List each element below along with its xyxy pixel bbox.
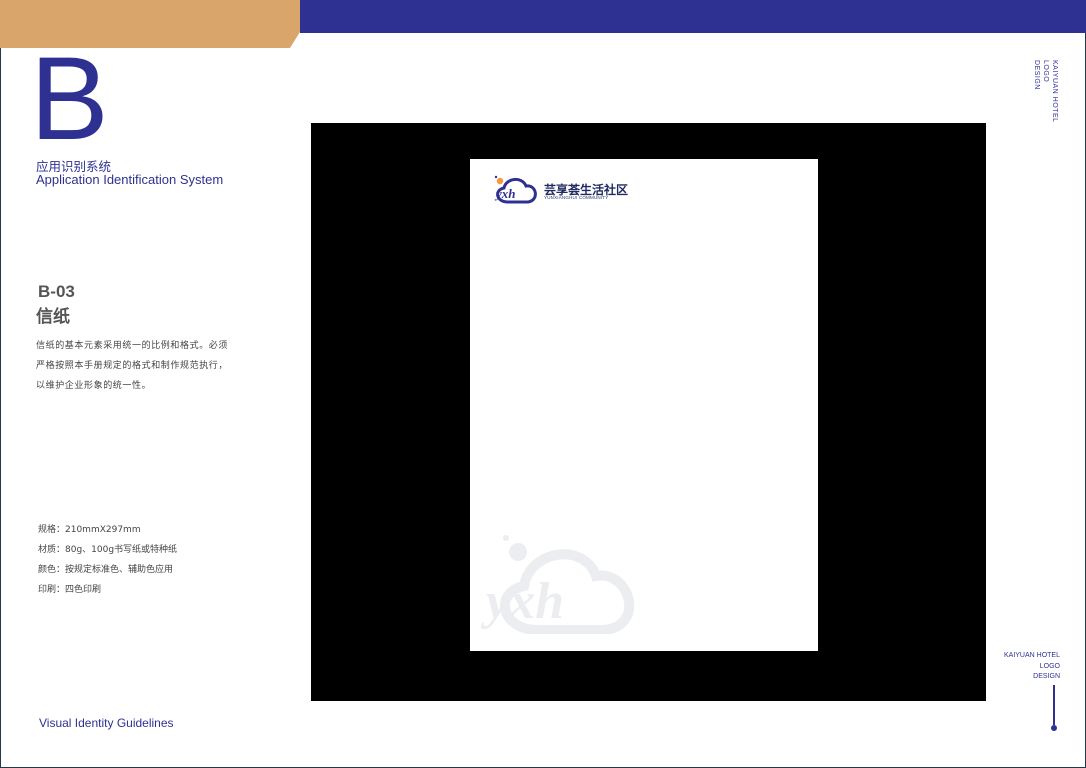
footer-title: Visual Identity Guidelines (39, 716, 174, 730)
section-title-en: Application Identification System (36, 172, 224, 187)
top-brand-bar (300, 0, 1086, 33)
corner-label-line: KAIYUAN HOTEL (1003, 652, 1060, 659)
side-label: KAIYUAN HOTEL LOGO DESIGN (1032, 60, 1059, 123)
corner-dot (1051, 725, 1057, 731)
spec-material: 材质：80g、100g书写纸或特种纸 (38, 545, 178, 555)
corner-divider (1053, 685, 1055, 725)
watermark-letters: yxh (480, 573, 564, 630)
item-code: B-03 (38, 282, 75, 301)
item-title: 信纸 (36, 307, 70, 327)
logo-letters: yxh (494, 186, 516, 201)
side-label-line: DESIGN (1033, 60, 1040, 90)
spec-print: 印刷：四色印刷 (38, 585, 102, 595)
brand-logo-icon: yxh (494, 175, 537, 204)
description-line: 信纸的基本元素采用统一的比例和格式。必须 (36, 341, 229, 351)
side-label-line: LOGO (1042, 60, 1049, 83)
corner-label-line: DESIGN (1033, 673, 1060, 680)
letterhead-logo: yxh 芸享荟生活社区 YUNXIANGHUI COMMUNITY (490, 172, 640, 208)
logo-watermark-icon: yxh (480, 535, 635, 634)
description-line: 严格按照本手册规定的格式和制作规范执行， (36, 361, 229, 371)
description-line: 以维护企业形象的统一性。 (36, 381, 152, 391)
item-description: 信纸的基本元素采用统一的比例和格式。必须 严格按照本手册规定的格式和制作规范执行… (36, 336, 246, 396)
spec-list: 规格：210mmX297mm 材质：80g、100g书写纸或特种纸 颜色：按规定… (38, 520, 177, 600)
spec-size: 规格：210mmX297mm (38, 525, 141, 535)
logo-name-en: YUNXIANGHUI COMMUNITY (544, 195, 609, 200)
spec-color: 颜色：按规定标准色、辅助色应用 (38, 565, 174, 575)
section-letter: B (30, 33, 109, 165)
side-label-line: KAIYUAN HOTEL (1051, 60, 1058, 123)
corner-label-line: LOGO (1039, 662, 1060, 670)
corner-label: KAIYUAN HOTEL LOGO DESIGN (1004, 651, 1060, 683)
